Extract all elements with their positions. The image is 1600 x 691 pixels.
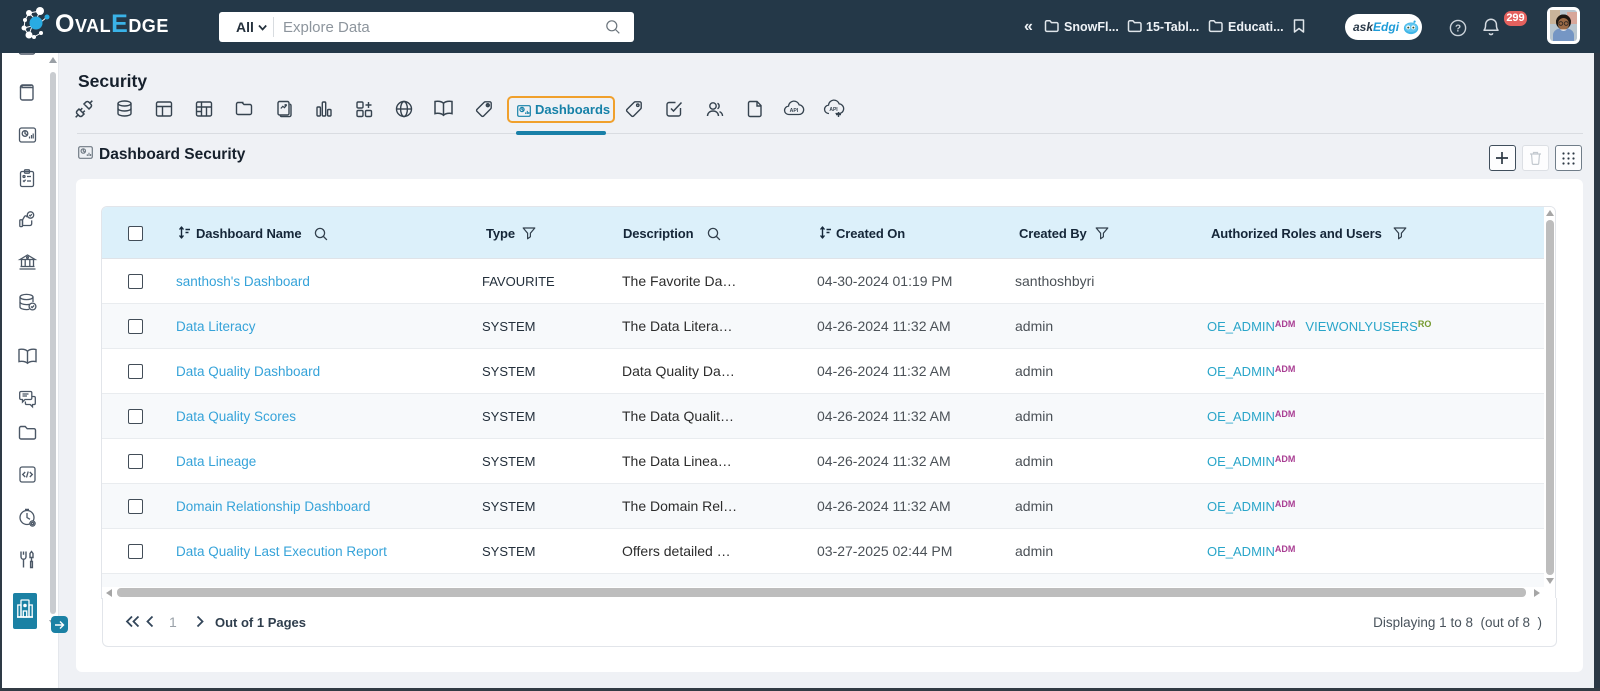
svg-text:API: API xyxy=(790,108,799,114)
svg-text:?: ? xyxy=(1455,24,1461,35)
svg-text:API: API xyxy=(829,107,838,113)
